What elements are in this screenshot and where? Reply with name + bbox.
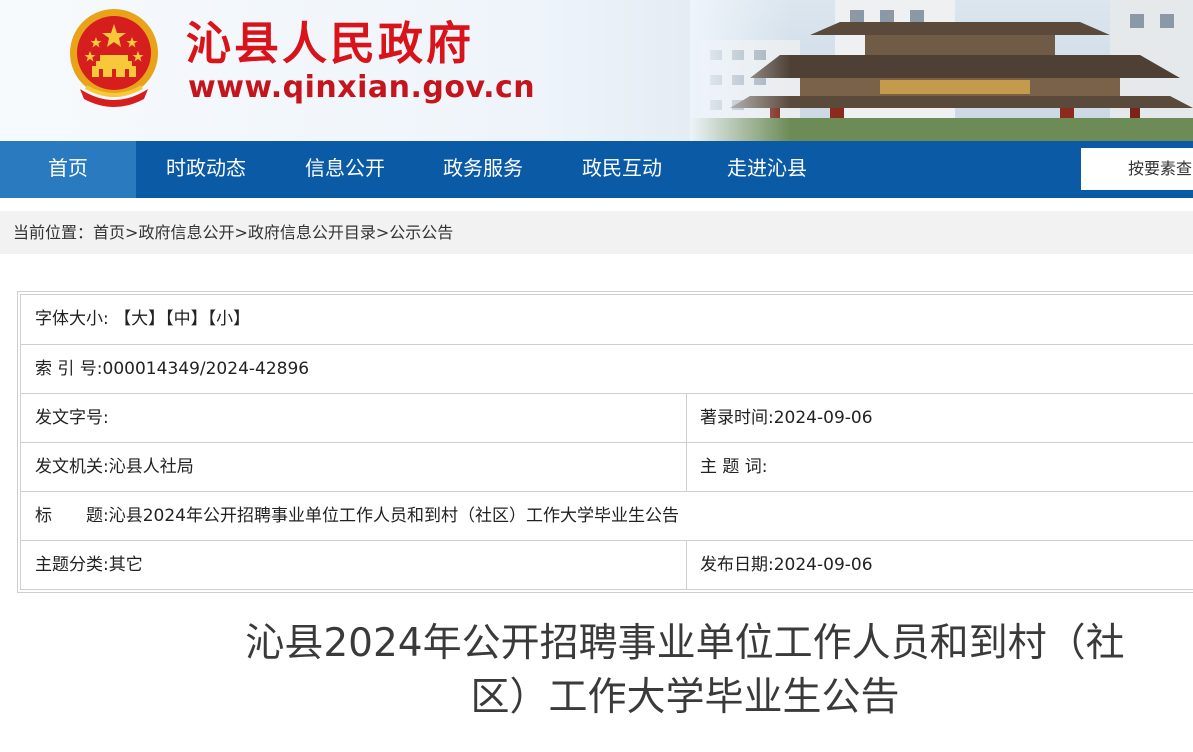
title-value: 沁县2024年公开招聘事业单位工作人员和到村（社区）工作大学毕业生公告 <box>108 506 679 526</box>
header-banner: 沁县人民政府 www.qinxian.gov.cn <box>0 0 1193 141</box>
breadcrumb-prefix: 当前位置： <box>13 223 94 242</box>
issuer-row: 发文机关:沁县人社局 主 题 词: <box>21 443 1193 492</box>
article-title-line-1: 沁县2024年公开招聘事业单位工作人员和到村（社 <box>245 621 1125 666</box>
keywords-label: 主 题 词: <box>700 457 768 477</box>
breadcrumb-announcements[interactable]: 公示公告 <box>389 223 453 242</box>
breadcrumb-separator: > <box>234 223 248 242</box>
breadcrumb-info-disclosure[interactable]: 政府信息公开 <box>138 223 234 242</box>
nav-news[interactable]: 时政动态 <box>136 141 276 198</box>
title-label: 标 题: <box>35 506 109 526</box>
site-url: www.qinxian.gov.cn <box>188 70 536 105</box>
font-size-small-button[interactable]: 【小】 <box>208 309 251 329</box>
category-value: 其它 <box>108 555 143 575</box>
nav-about-county[interactable]: 走进沁县 <box>692 141 842 198</box>
breadcrumb-bar: 当前位置：首页>政府信息公开>政府信息公开目录>公示公告 <box>0 211 1193 254</box>
county-gate-photo <box>690 0 1193 141</box>
article-title-line-2: 区）工作大学毕业生公告 <box>470 675 900 720</box>
publish-date-label: 发布日期: <box>700 555 774 575</box>
article-title: 沁县2024年公开招聘事业单位工作人员和到村（社 区）工作大学毕业生公告 <box>200 617 1170 725</box>
category-label: 主题分类: <box>35 555 109 575</box>
site-title: 沁县人民政府 <box>186 17 475 70</box>
breadcrumb-separator: > <box>125 223 139 242</box>
nav-gov-services[interactable]: 政务服务 <box>414 141 552 198</box>
index-value: 000014349/2024-42896 <box>102 359 310 379</box>
font-size-medium-button[interactable]: 【中】 <box>165 309 208 329</box>
font-size-large-button[interactable]: 【大】 <box>114 309 165 329</box>
main-nav: 首页 时政动态 信息公开 政务服务 政民互动 走进沁县 按要素查 <box>0 141 1193 198</box>
nav-info-disclosure[interactable]: 信息公开 <box>276 141 414 198</box>
font-size-row: 字体大小: 【大】【中】【小】 <box>21 295 1193 345</box>
issuer-label: 发文机关: <box>35 457 109 477</box>
breadcrumb-home[interactable]: 首页 <box>93 223 125 242</box>
nav-home[interactable]: 首页 <box>0 141 136 198</box>
title-row: 标 题:沁县2024年公开招聘事业单位工作人员和到村（社区）工作大学毕业生公告 <box>21 492 1193 541</box>
doc-number-row: 发文字号: 著录时间:2024-09-06 <box>21 394 1193 443</box>
nav-interaction[interactable]: 政民互动 <box>552 141 692 198</box>
document-metadata-table: 字体大小: 【大】【中】【小】 索 引 号:000014349/2024-428… <box>17 291 1193 593</box>
record-time-value: 2024-09-06 <box>773 408 873 428</box>
issuer-value: 沁县人社局 <box>108 457 194 477</box>
record-time-label: 著录时间: <box>700 408 774 428</box>
index-label: 索 引 号: <box>35 359 103 379</box>
breadcrumb: 当前位置：首页>政府信息公开>政府信息公开目录>公示公告 <box>13 222 453 244</box>
national-emblem-icon <box>70 9 158 107</box>
breadcrumb-separator: > <box>375 223 390 242</box>
font-size-label: 字体大小: <box>35 309 109 329</box>
publish-date-value: 2024-09-06 <box>773 555 873 575</box>
search-input[interactable]: 按要素查 <box>1081 148 1193 190</box>
category-row: 主题分类:其它 发布日期:2024-09-06 <box>21 541 1193 590</box>
breadcrumb-info-catalog[interactable]: 政府信息公开目录 <box>248 223 376 242</box>
doc-number-label: 发文字号: <box>35 408 109 428</box>
index-row: 索 引 号:000014349/2024-42896 <box>21 345 1193 394</box>
